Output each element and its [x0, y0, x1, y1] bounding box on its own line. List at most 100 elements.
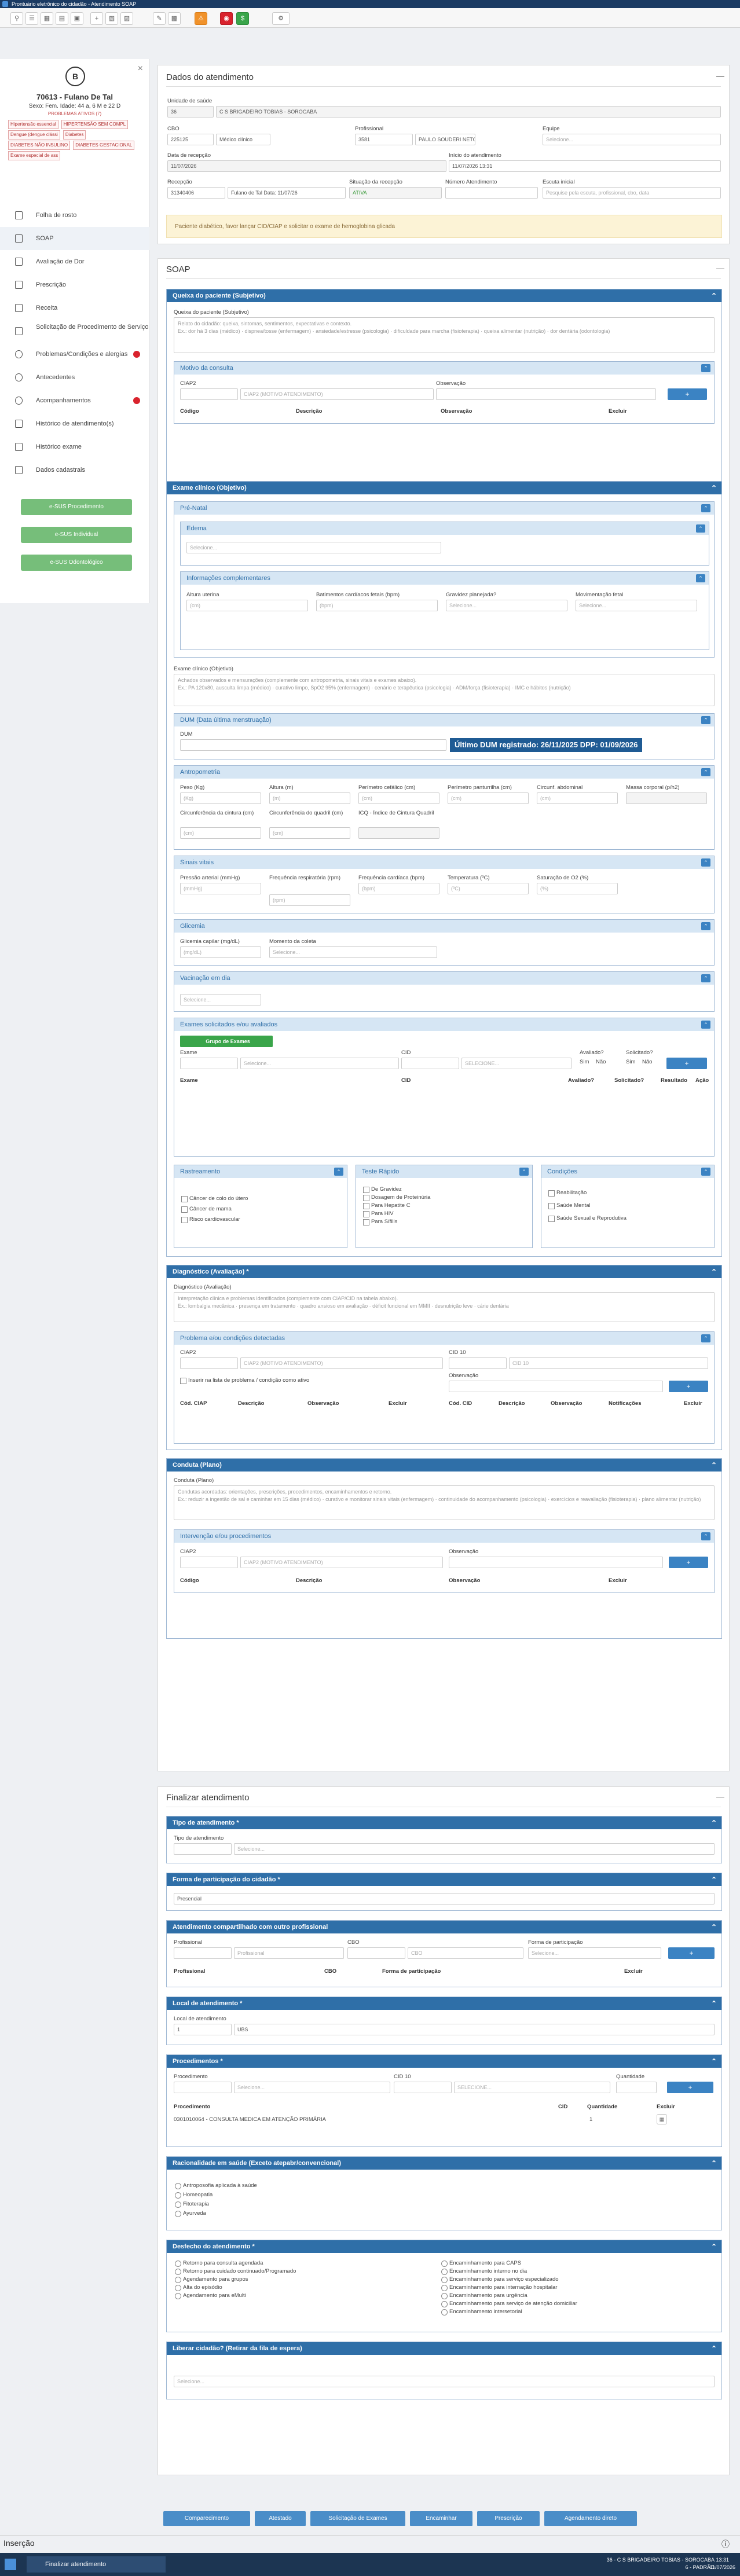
glicemia-field[interactable]: (mg/dL)	[180, 946, 261, 958]
teste-option[interactable]: Para HIV	[363, 1210, 394, 1217]
add-button[interactable]: +	[669, 1557, 708, 1568]
gravidez-select[interactable]: Selecione...	[446, 600, 567, 611]
edit-icon[interactable]: ✎	[153, 12, 166, 25]
desfecho-option[interactable]: Encaminhamento para internação hospitala…	[441, 2284, 557, 2291]
local-select[interactable]: UBS	[234, 2024, 715, 2035]
teste-option[interactable]: Para Hepatite C	[363, 1202, 411, 1209]
desfecho-option[interactable]: Encaminhamento intersetorial	[441, 2309, 522, 2316]
tipo-header[interactable]: Tipo de atendimento * ⌃	[167, 1817, 721, 1829]
windows-start-icon[interactable]	[5, 2559, 16, 2570]
close-icon[interactable]: ×	[138, 64, 143, 74]
racio-option[interactable]: Ayurveda	[175, 2210, 206, 2217]
prof-name-field[interactable]: PAULO SOUDERI NETO	[415, 134, 475, 145]
vacinacao-select[interactable]: Selecione...	[180, 994, 261, 1006]
menu-icon[interactable]: ☰	[25, 12, 38, 25]
conduta-textarea[interactable]: Condutas acordadas: orientações, prescri…	[174, 1485, 715, 1520]
proc-code-field[interactable]	[174, 2082, 232, 2093]
cbo-select[interactable]: CBO	[408, 1947, 523, 1959]
circ-abd-field[interactable]: (cm)	[537, 792, 618, 804]
forma-header[interactable]: Forma de participação do cidadão * ⌃	[167, 1873, 721, 1886]
desfecho-option[interactable]: Retorno para cuidado continuado/Programa…	[175, 2268, 296, 2275]
alert-badge[interactable]: DIABETES NÃO INSULINO	[8, 141, 71, 150]
rastreamento-option[interactable]: Câncer de mama	[181, 1206, 232, 1213]
diagnostico-header[interactable]: Diagnóstico (Avaliação) * ⌃	[167, 1265, 721, 1278]
ciap-select[interactable]: CIAP2 (MOTIVO ATENDIMENTO)	[240, 1557, 443, 1568]
condicao-option[interactable]: Saúde Mental	[548, 1202, 591, 1209]
rastreamento-option[interactable]: Risco cardiovascular	[181, 1216, 240, 1223]
sidebar-item-avaliacao-dor[interactable]: Avaliação de Dor	[0, 250, 149, 273]
desfecho-option[interactable]: Encaminhamento para CAPS	[441, 2260, 521, 2267]
agendamento-direto-button[interactable]: Agendamento direto	[544, 2511, 637, 2526]
peso-field[interactable]: (Kg)	[180, 792, 261, 804]
sidebar-item-antecedentes[interactable]: Antecedentes	[0, 366, 149, 389]
rastreamento-option[interactable]: Câncer de colo do útero	[181, 1195, 248, 1202]
add-button[interactable]: +	[668, 1947, 715, 1959]
liberar-header[interactable]: Liberar cidadão? (Retirar da fila de esp…	[167, 2342, 721, 2355]
avaliado-sim[interactable]: Sim	[580, 1059, 589, 1065]
condicoes-header[interactable]: Condições ⌃	[541, 1165, 714, 1178]
alert-badge[interactable]: Exame especial de ass	[8, 151, 61, 160]
numero-field[interactable]	[445, 187, 538, 199]
recepcao-name-field[interactable]: Fulano de Tal Data: 11/07/26	[228, 187, 346, 199]
teste-rapido-header[interactable]: Teste Rápido ⌃	[356, 1165, 532, 1178]
prescricao-button[interactable]: Prescrição	[477, 2511, 540, 2526]
desfecho-header[interactable]: Desfecho do atendimento * ⌃	[167, 2240, 721, 2253]
grid-icon[interactable]: ▦	[41, 12, 53, 25]
altura-uterina-field[interactable]: (cm)	[186, 600, 308, 611]
tipo-select[interactable]: Selecione...	[234, 1843, 715, 1855]
inicio-field[interactable]: 11/07/2026 13:31	[449, 160, 721, 172]
recepcao-code-field[interactable]: 31340406	[167, 187, 225, 199]
temp-field[interactable]: (ºC)	[448, 883, 529, 894]
racio-option[interactable]: Fitoterapia	[175, 2201, 209, 2208]
comparecimento-button[interactable]: Comparecimento	[163, 2511, 250, 2526]
esus-individual-button[interactable]: e-SUS Individual	[21, 527, 132, 543]
batimentos-field[interactable]: (bpm)	[316, 600, 438, 611]
sidebar-item-prescricao[interactable]: Prescrição	[0, 273, 149, 296]
forma-select[interactable]: Presencial	[174, 1893, 715, 1905]
conduta-header[interactable]: Conduta (Plano) ⌃	[167, 1459, 721, 1472]
local-code-field[interactable]: 1	[174, 2024, 232, 2035]
fc-field[interactable]: (bpm)	[358, 883, 439, 894]
cid10-code-field[interactable]	[449, 1357, 507, 1369]
obs-field[interactable]	[449, 1381, 663, 1392]
sidebar-item-folha-de-rosto[interactable]: Folha de rosto	[0, 204, 149, 227]
ciap-code-field[interactable]	[180, 1357, 238, 1369]
sidebar-item-receita[interactable]: Receita	[0, 296, 149, 320]
collapse-icon[interactable]: —	[716, 71, 724, 80]
avaliado-nao[interactable]: Não	[596, 1059, 606, 1065]
escuta-select[interactable]: Pesquise pela escuta, profissional, cbo,…	[543, 187, 721, 199]
massa-field[interactable]	[626, 792, 707, 804]
compartilhado-header[interactable]: Atendimento compartilhado com outro prof…	[167, 1921, 721, 1933]
unidade-name-field[interactable]: C S BRIGADEIRO TOBIAS - SOROCABA	[216, 106, 721, 118]
teste-option[interactable]: Para Sífilis	[363, 1219, 397, 1225]
alert-icon[interactable]: ⚠	[195, 12, 207, 25]
desfecho-option[interactable]: Encaminhamento para serviço especializad…	[441, 2276, 559, 2283]
intervencao-header[interactable]: Intervenção e/ou procedimentos ⌃	[174, 1530, 714, 1543]
perim-cef-field[interactable]: (cm)	[358, 792, 439, 804]
calendar-icon[interactable]: ▨	[120, 12, 133, 25]
add-button[interactable]: +	[667, 2082, 713, 2093]
collapse-icon[interactable]: —	[716, 1792, 724, 1801]
situacao-field[interactable]: ATIVA	[349, 187, 442, 199]
sidebar-item-soap[interactable]: SOAP	[0, 227, 149, 250]
list-icon[interactable]: ▤	[56, 12, 68, 25]
glicemia-header[interactable]: Glicemia ⌃	[174, 920, 714, 933]
quant-field[interactable]	[616, 2082, 657, 2093]
add-icon[interactable]: +	[90, 12, 103, 25]
solicitado-nao[interactable]: Não	[642, 1059, 652, 1065]
altura-field[interactable]: (m)	[269, 792, 350, 804]
edema-header[interactable]: Edema ⌃	[181, 522, 709, 535]
fr-field[interactable]: (rpm)	[269, 894, 350, 906]
alert-badge[interactable]: Diabetes	[63, 130, 86, 140]
diagnostico-textarea[interactable]: Interpretação clínica e problemas identi…	[174, 1292, 715, 1322]
circ-cint-field[interactable]: (cm)	[180, 827, 261, 839]
local-header[interactable]: Local de atendimento * ⌃	[167, 1997, 721, 2010]
forma-part-select[interactable]: Selecione...	[528, 1947, 661, 1959]
cid-select[interactable]: SELECIONE...	[461, 1058, 572, 1069]
proc-select[interactable]: Selecione...	[234, 2082, 390, 2093]
add-exame-button[interactable]: +	[666, 1058, 707, 1069]
ciap-code-field[interactable]	[180, 1557, 238, 1568]
desfecho-option[interactable]: Agendamento para eMulti	[175, 2292, 246, 2299]
circ-quad-field[interactable]: (cm)	[269, 827, 350, 839]
solicitacao-exames-button[interactable]: Solicitação de Exames	[310, 2511, 405, 2526]
